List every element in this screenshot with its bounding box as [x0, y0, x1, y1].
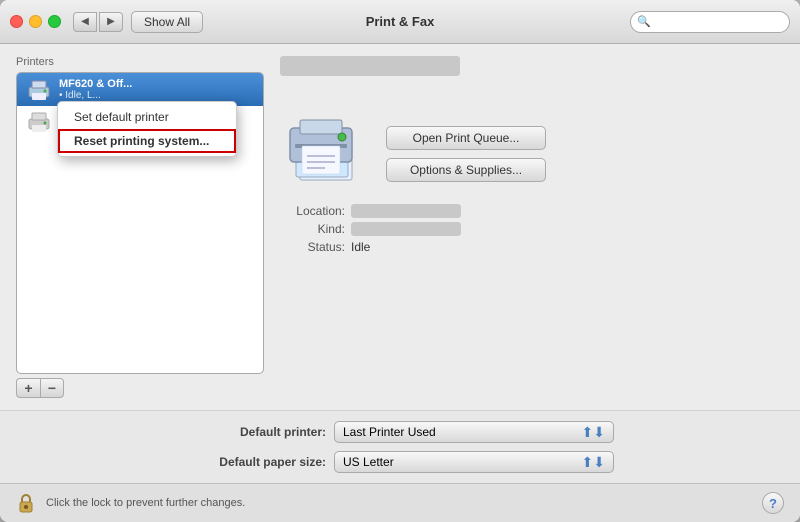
- close-button[interactable]: [10, 15, 23, 28]
- kind-label: Kind:: [280, 222, 345, 236]
- maximize-button[interactable]: [48, 15, 61, 28]
- kind-value-blurred: [351, 222, 461, 236]
- printers-label: Printers: [16, 56, 264, 68]
- status-value: Idle: [351, 240, 370, 254]
- info-section: Location: Kind: Status: Idle: [280, 204, 784, 254]
- search-input[interactable]: [630, 11, 790, 33]
- forward-button[interactable]: ▶: [99, 12, 123, 32]
- context-menu-set-default[interactable]: Set default printer: [58, 105, 236, 129]
- printer-big-icon: [280, 106, 370, 186]
- default-printer-arrow-icon: ⬆⬇: [582, 424, 605, 441]
- bottom-section: Default printer: Last Printer Used ⬆⬇ De…: [0, 410, 800, 483]
- kind-row: Kind:: [280, 222, 784, 236]
- printer-visual-area: Open Print Queue... Options & Supplies..…: [280, 98, 784, 186]
- show-all-button[interactable]: Show All: [131, 11, 203, 33]
- window-title: Print & Fax: [366, 14, 435, 29]
- lock-svg: [16, 492, 36, 514]
- footer-text: Click the lock to prevent further change…: [46, 497, 752, 509]
- printers-panel: Printers MF620 & Off... • Idle, L...: [16, 56, 264, 398]
- printers-list: MF620 & Off... • Idle, L... Set default …: [16, 72, 264, 374]
- location-row: Location:: [280, 204, 784, 218]
- status-row: Status: Idle: [280, 240, 784, 254]
- status-label: Status:: [280, 240, 345, 254]
- printer-name-selected: MF620 & Off... • Idle, L...: [59, 78, 132, 101]
- minimize-button[interactable]: [29, 15, 42, 28]
- action-buttons: Open Print Queue... Options & Supplies..…: [386, 106, 546, 182]
- lock-icon[interactable]: [16, 492, 36, 514]
- add-printer-button[interactable]: +: [16, 378, 40, 398]
- default-printer-value: Last Printer Used: [343, 425, 436, 439]
- titlebar: ◀ ▶ Show All Print & Fax 🔍: [0, 0, 800, 44]
- options-supplies-button[interactable]: Options & Supplies...: [386, 158, 546, 182]
- printer-icon-2: [25, 111, 53, 133]
- traffic-lights: [10, 15, 61, 28]
- main-content: Printers MF620 & Off... • Idle, L...: [0, 44, 800, 410]
- default-paper-arrow-icon: ⬆⬇: [582, 454, 605, 471]
- location-value-blurred: [351, 204, 461, 218]
- default-printer-label: Default printer:: [186, 425, 326, 439]
- search-icon: 🔍: [637, 15, 651, 28]
- remove-printer-button[interactable]: −: [40, 378, 64, 398]
- printer-large-svg: [280, 106, 370, 186]
- default-printer-row: Default printer: Last Printer Used ⬆⬇: [16, 421, 784, 443]
- window: ◀ ▶ Show All Print & Fax 🔍 Printers: [0, 0, 800, 522]
- nav-buttons: ◀ ▶: [73, 12, 123, 32]
- printer-icon: [25, 79, 53, 101]
- printer-name-blurred: [280, 56, 460, 76]
- default-paper-select[interactable]: US Letter ⬆⬇: [334, 451, 614, 473]
- details-panel: Open Print Queue... Options & Supplies..…: [280, 56, 784, 398]
- list-controls: + −: [16, 378, 264, 398]
- context-menu: Set default printer Reset printing syste…: [57, 101, 237, 157]
- help-button[interactable]: ?: [762, 492, 784, 514]
- default-paper-label: Default paper size:: [186, 455, 326, 469]
- default-printer-select[interactable]: Last Printer Used ⬆⬇: [334, 421, 614, 443]
- search-box: 🔍: [630, 11, 790, 33]
- default-paper-row: Default paper size: US Letter ⬆⬇: [16, 451, 784, 473]
- context-menu-reset[interactable]: Reset printing system...: [58, 129, 236, 153]
- location-label: Location:: [280, 204, 345, 218]
- default-paper-value: US Letter: [343, 455, 394, 469]
- back-button[interactable]: ◀: [73, 12, 97, 32]
- footer: Click the lock to prevent further change…: [0, 483, 800, 522]
- open-print-queue-button[interactable]: Open Print Queue...: [386, 126, 546, 150]
